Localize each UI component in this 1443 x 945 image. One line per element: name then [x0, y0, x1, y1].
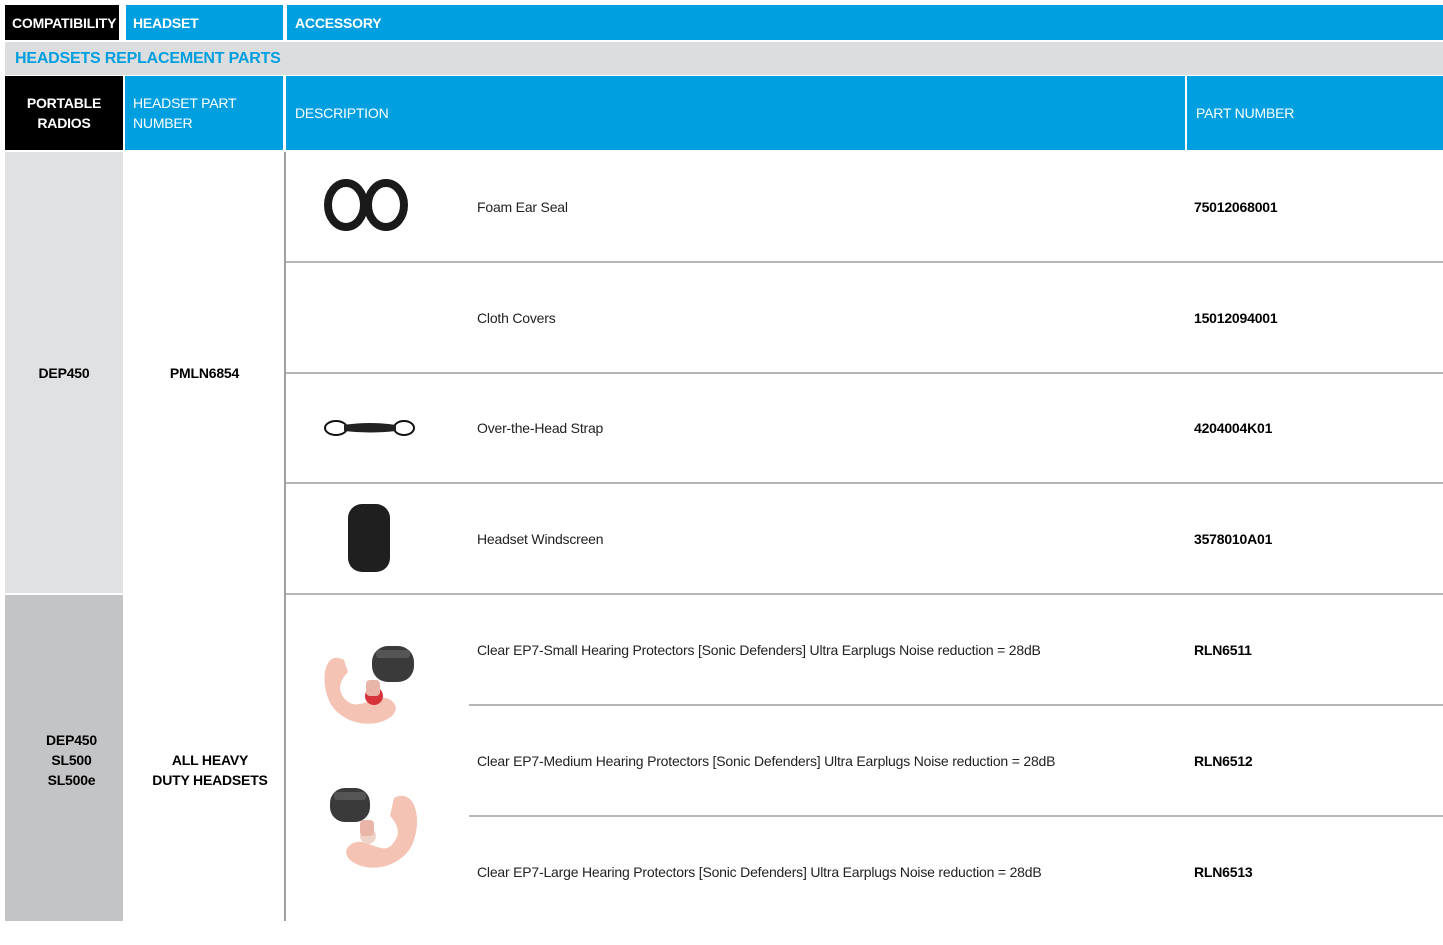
part-number[interactable]: RLN6511	[1194, 595, 1252, 704]
column-header-label: PART NUMBER	[1196, 105, 1295, 121]
part-number[interactable]: 15012094001	[1194, 263, 1278, 372]
part-number-text: 15012094001	[1194, 309, 1278, 326]
headset-part-cell: PMLN6854	[125, 152, 284, 593]
headset-part-label: ALL HEAVY DUTY HEADSETS	[152, 752, 268, 788]
earplug-icon	[330, 788, 418, 868]
part-number[interactable]: 3578010A01	[1194, 484, 1272, 593]
list-item-description: Over-the-Head Strap	[477, 374, 603, 482]
part-number-text: RLN6511	[1194, 641, 1252, 658]
part-number[interactable]: 75012068001	[1194, 152, 1278, 261]
part-number-text: 4204004K01	[1194, 420, 1273, 436]
description-text: Clear EP7-Small Hearing Protectors [Soni…	[477, 641, 1041, 658]
headset-part-label: PMLN6854	[169, 364, 240, 381]
tab-headset[interactable]: HEADSET	[126, 5, 283, 40]
section-title: HEADSETS REPLACEMENT PARTS	[5, 42, 1443, 75]
description-text: Clear EP7-Large Hearing Protectors [Soni…	[477, 863, 1042, 880]
earplug-icon	[324, 646, 414, 724]
list-item-description: Clear EP7-Large Hearing Protectors [Soni…	[477, 817, 1042, 926]
list-item-description: Headset Windscreen	[477, 484, 604, 593]
radio-model-label: DEP450	[38, 364, 90, 381]
part-number-text: 3578010A01	[1194, 530, 1273, 547]
radio-model-label: DEP450 SL500 SL500e	[46, 732, 97, 788]
list-item-description: Clear EP7-Medium Hearing Protectors [Son…	[477, 706, 1055, 815]
list-item-description: Cloth Covers	[477, 263, 556, 372]
tab-accessory[interactable]: ACCESSORY	[287, 5, 1443, 40]
part-number-text: RLN6512	[1194, 752, 1253, 769]
column-header-part-number: PART NUMBER	[1187, 76, 1443, 150]
description-text: Foam Ear Seal	[477, 198, 568, 215]
part-number[interactable]: 4204004K01	[1194, 374, 1272, 482]
headset-part-cell: ALL HEAVY DUTY HEADSETS	[125, 595, 295, 945]
description-text: Headset Windscreen	[477, 530, 604, 547]
radio-model-cell: DEP450 SL500 SL500e	[5, 595, 138, 925]
column-header-label: DESCRIPTION	[295, 105, 389, 121]
radio-model-cell: DEP450	[5, 152, 123, 593]
part-number[interactable]: RLN6512	[1194, 706, 1253, 815]
column-header-label: PORTABLE RADIOS	[26, 95, 102, 131]
description-text: Clear EP7-Medium Hearing Protectors [Son…	[477, 752, 1056, 769]
part-number[interactable]: RLN6513	[1194, 817, 1253, 926]
part-number-text: RLN6513	[1194, 863, 1253, 880]
column-header-description: DESCRIPTION	[286, 76, 1185, 150]
column-header-headset-part-number: HEADSET PART NUMBER	[125, 76, 283, 150]
column-header-portable-radios: PORTABLE RADIOS	[5, 76, 123, 150]
part-number-text: 75012068001	[1194, 198, 1278, 215]
strap-icon	[324, 420, 415, 436]
column-header-label: HEADSET PART NUMBER	[133, 95, 237, 131]
list-item-description: Clear EP7-Small Hearing Protectors [Soni…	[477, 595, 1041, 704]
description-text: Over-the-Head Strap	[477, 420, 604, 436]
ear-seal-icon	[324, 179, 408, 231]
description-text: Cloth Covers	[477, 309, 556, 326]
tab-compatibility[interactable]: COMPATIBILITY	[5, 5, 119, 40]
list-item-description: Foam Ear Seal	[477, 152, 568, 261]
windscreen-icon	[348, 504, 390, 572]
